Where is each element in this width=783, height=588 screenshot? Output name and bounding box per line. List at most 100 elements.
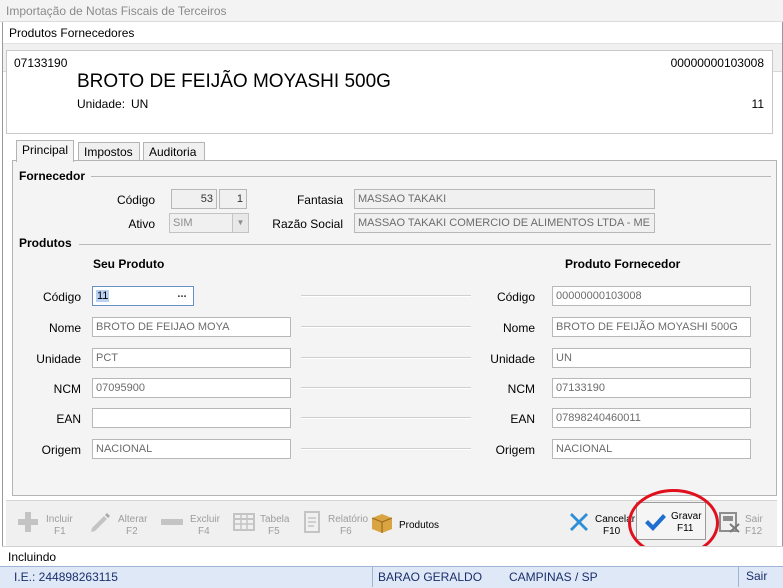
cancelar-key: F10 (603, 526, 621, 537)
seu-codigo-label: Código (42, 290, 81, 304)
parent-window-title: Importação de Notas Fiscais de Terceiros (0, 0, 783, 22)
status-ie: I.E.: 244898263115 (14, 570, 118, 584)
excluir-label: Excluir (190, 514, 221, 525)
forn-origem-label: Origem (495, 443, 535, 457)
seu-origem-label: Origem (41, 443, 81, 457)
fornecedor-divider (91, 176, 771, 177)
header-supplier-code: 00000000103008 (670, 56, 764, 70)
tabela-key: F5 (268, 526, 280, 537)
seu-ncm-label: NCM (53, 382, 81, 396)
forn-codigo-label: Código (496, 290, 535, 304)
header-unit-value: UN (131, 97, 149, 111)
ean-connector (301, 417, 471, 419)
razao-social-field[interactable]: MASSAO TAKAKI COMERCIO DE ALIMENTOS LTDA… (354, 213, 655, 233)
sair-key: F12 (745, 526, 763, 537)
ncm-connector (301, 387, 471, 389)
seu-unidade-label: Unidade (36, 352, 81, 366)
tabela-button[interactable]: Tabela F5 (232, 509, 298, 541)
seu-ean-label: EAN (56, 412, 81, 426)
produtos-divider (79, 244, 771, 245)
forn-origem-field[interactable]: NACIONAL (552, 439, 751, 459)
table-icon (233, 513, 255, 531)
incluir-label: Incluir (46, 514, 73, 525)
seu-nome-field[interactable]: BROTO DE FEIJAO MOYA (92, 317, 291, 337)
tab-impostos[interactable]: Impostos (78, 142, 140, 161)
minus-icon (161, 519, 183, 525)
forn-ean-label: EAN (510, 412, 535, 426)
forn-codigo-field[interactable]: 00000000103008 (552, 286, 751, 306)
parent-window-title-text: Importação de Notas Fiscais de Terceiros (6, 4, 227, 18)
forn-ean-field[interactable]: 07898240460011 (552, 408, 751, 428)
seu-produto-title: Seu Produto (93, 257, 165, 271)
excluir-button[interactable]: Excluir F4 (160, 509, 230, 541)
parent-sair-link[interactable]: Sair (746, 569, 767, 583)
produtos-button[interactable]: Produtos (370, 509, 450, 541)
status-separator-2 (738, 567, 739, 587)
incluir-button[interactable]: Incluir F1 (16, 509, 86, 541)
dialog-title: Produtos Fornecedores (3, 22, 782, 44)
status-mode: Incluindo (8, 550, 57, 564)
forn-nome-field[interactable]: BROTO DE FEIJÃO MOYASHI 500G (552, 317, 751, 337)
product-header: 07133190 00000000103008 BROTO DE FEIJÃO … (6, 50, 773, 134)
fantasia-label: Fantasia (296, 193, 343, 207)
header-count: 11 (751, 97, 764, 111)
seu-ncm-field[interactable]: 07095900 (92, 378, 291, 398)
header-product-name: BROTO DE FEIJÃO MOYASHI 500G (77, 71, 391, 92)
incluir-key: F1 (54, 526, 66, 537)
forn-nome-label: Nome (502, 321, 535, 335)
seu-codigo-field[interactable]: 11... (92, 286, 194, 306)
cancel-x-icon (570, 513, 588, 531)
origem-connector (301, 448, 471, 450)
box-icon (371, 514, 393, 533)
lookup-ellipsis-button[interactable]: ... (171, 287, 193, 305)
header-unit-label: Unidade: (77, 97, 126, 111)
tab-auditoria[interactable]: Auditoria (143, 142, 205, 161)
relatorio-button[interactable]: Relatório F6 (300, 509, 368, 541)
status-separator (372, 567, 373, 587)
seu-unidade-field[interactable]: PCT (92, 348, 291, 368)
header-ncm: 07133190 (14, 56, 68, 70)
forn-ncm-label: NCM (507, 382, 535, 396)
exit-icon (719, 512, 740, 533)
cancelar-button[interactable]: Cancelar F10 (567, 509, 635, 541)
forn-unidade-label: Unidade (490, 352, 535, 366)
status-cidade: CAMPINAS / SP (509, 570, 598, 584)
fornecedor-seq-field[interactable]: 1 (219, 189, 247, 209)
relatorio-key: F6 (340, 526, 352, 537)
codigo-connector (301, 295, 471, 297)
parent-status-bar: I.E.: 244898263115 BARAO GERALDO CAMPINA… (0, 566, 783, 588)
ativo-label: Ativo (128, 217, 155, 231)
chevron-down-icon[interactable]: ▼ (232, 214, 248, 232)
nome-connector (301, 326, 471, 328)
seu-nome-label: Nome (48, 321, 81, 335)
produto-fornecedor-title: Produto Fornecedor (565, 257, 681, 271)
tabela-label: Tabela (260, 514, 290, 525)
produtos-section-title: Produtos (19, 236, 72, 250)
unidade-connector (301, 357, 471, 359)
pencil-icon (91, 513, 110, 532)
seu-origem-field[interactable]: NACIONAL (92, 439, 291, 459)
forn-ncm-field[interactable]: 07133190 (552, 378, 751, 398)
produtos-label: Produtos (399, 520, 440, 531)
tab-principal[interactable]: Principal (16, 140, 74, 162)
plus-icon (18, 512, 38, 532)
dialog-status-bar: Incluindo (2, 546, 783, 566)
seu-ean-field[interactable] (92, 408, 291, 428)
sair-label: Sair (745, 514, 763, 525)
relatorio-label: Relatório (328, 514, 369, 525)
fantasia-field[interactable]: MASSAO TAKAKI (354, 189, 655, 209)
alterar-key: F2 (126, 526, 138, 537)
alterar-label: Alterar (118, 514, 148, 525)
ativo-select-value: SIM (173, 217, 193, 229)
seu-codigo-value: 11 (96, 290, 110, 302)
ativo-select[interactable]: SIM ▼ (169, 213, 249, 233)
report-icon (304, 511, 320, 533)
status-bairro: BARAO GERALDO (378, 570, 483, 584)
excluir-key: F4 (198, 526, 210, 537)
forn-unidade-field[interactable]: UN (552, 348, 751, 368)
sair-button[interactable]: Sair F12 (717, 509, 777, 541)
alterar-button[interactable]: Alterar F2 (88, 509, 158, 541)
fornecedor-section-title: Fornecedor (19, 169, 86, 183)
fornecedor-codigo-field[interactable]: 53 (171, 189, 217, 209)
tab-panel-principal: Fornecedor Código 53 1 Fantasia MASSAO T… (12, 160, 777, 496)
